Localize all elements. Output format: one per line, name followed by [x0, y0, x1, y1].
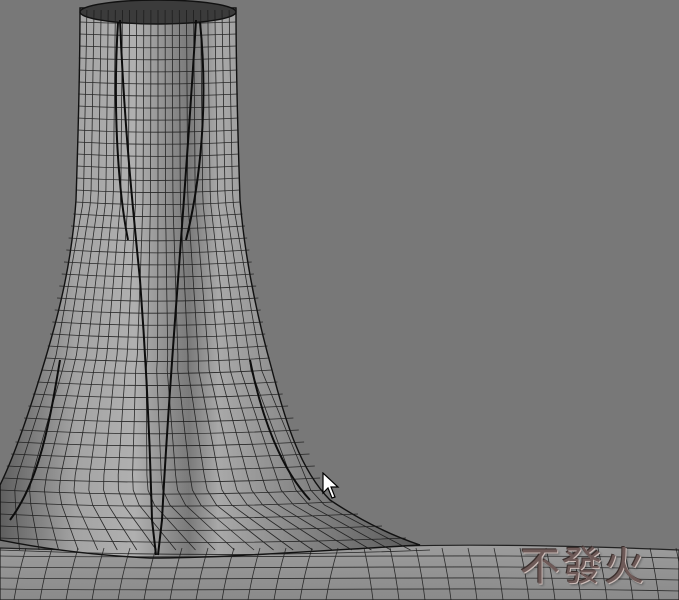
mesh-scene[interactable] — [0, 0, 679, 600]
arrow-cursor-icon — [322, 472, 340, 499]
viewport-3d[interactable]: 不發火 — [0, 0, 679, 600]
watermark-text: 不發火 — [520, 544, 646, 590]
tree-trunk-mesh — [0, 7, 421, 559]
